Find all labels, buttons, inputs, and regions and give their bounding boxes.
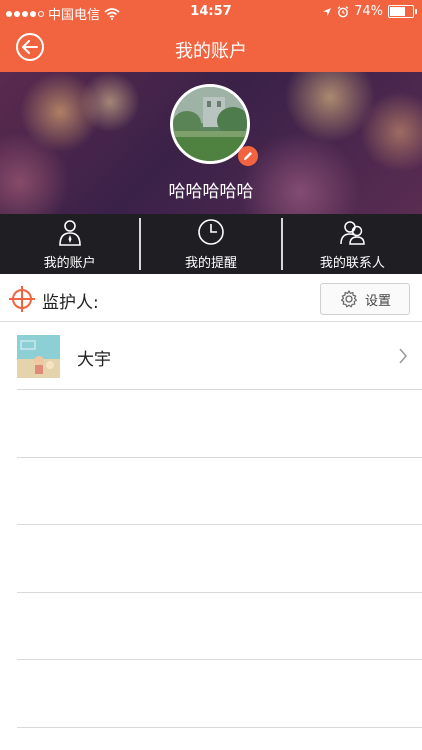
tab-my-contacts[interactable]: 我的联系人: [283, 214, 422, 274]
guardian-label: 监护人:: [42, 293, 99, 313]
settings-button[interactable]: 设置: [320, 283, 410, 315]
crosshair-icon: [9, 286, 35, 312]
alarm-clock-icon: [337, 5, 349, 17]
profile-header: 哈哈哈哈哈: [0, 72, 422, 214]
tab-my-account[interactable]: 我的账户: [0, 214, 139, 274]
page-title: 我的账户: [175, 41, 247, 62]
contact-avatar: [17, 335, 60, 378]
clock-icon: [198, 219, 224, 245]
pencil-icon: [244, 152, 252, 160]
edit-avatar-button[interactable]: [238, 146, 258, 166]
row-divider: [17, 727, 422, 728]
row-divider: [17, 592, 422, 593]
nav-bar: 我的账户: [0, 24, 422, 72]
location-arrow-icon: [323, 7, 332, 16]
tab-label: 我的账户: [43, 256, 96, 271]
status-right: 74%: [322, 4, 417, 19]
tab-label: 我的联系人: [319, 256, 385, 271]
battery-percent: 74%: [354, 4, 383, 19]
settings-label: 设置: [364, 293, 391, 309]
row-divider: [17, 457, 422, 458]
row-divider: [17, 389, 422, 390]
battery-icon: [388, 5, 417, 18]
contact-name: 大宇: [77, 350, 111, 370]
tab-bar: 我的账户 我的提醒 我的联系人: [0, 214, 422, 274]
contact-avatar-photo: [17, 335, 60, 378]
list-item[interactable]: 大宇: [0, 322, 422, 390]
tab-label: 我的提醒: [184, 256, 237, 271]
user-name: 哈哈哈哈哈: [168, 182, 254, 202]
row-divider: [17, 659, 422, 660]
person-icon: [58, 220, 81, 246]
row-divider: [17, 524, 422, 525]
status-bar: 中国电信 14:57 74%: [0, 0, 422, 24]
gear-icon: [340, 290, 357, 308]
chevron-right-icon: [399, 348, 407, 364]
tab-my-reminders[interactable]: 我的提醒: [141, 214, 280, 274]
contacts-icon: [340, 221, 366, 245]
guardian-header: 监护人: 设置: [0, 274, 422, 322]
